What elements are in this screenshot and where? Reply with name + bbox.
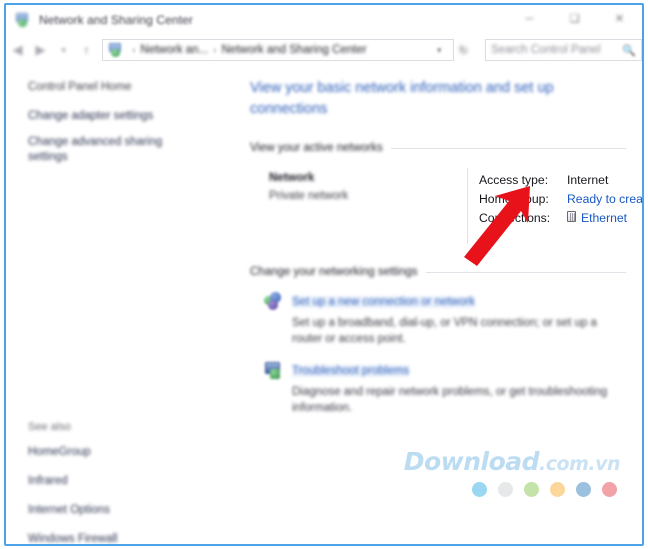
access-type-value: Internet [567,173,609,188]
arrow-up-icon: ↑ [83,43,90,57]
sidebar-item-change-adapter-settings[interactable]: Change adapter settings [28,109,188,125]
minimize-icon: ─ [525,13,534,25]
ethernet-link[interactable]: Ethernet [581,209,627,228]
network-name[interactable]: Network [269,172,314,184]
watermark-dot-5 [602,482,617,497]
homegroup-row: HomeGroup: Ready to create [479,190,642,209]
maximize-icon: ❑ [569,13,580,25]
chevron-down-icon: ▼ [59,45,68,55]
sidebar-item-change-advanced-sharing-settings[interactable]: Change advanced sharing settings [28,135,188,166]
breadcrumb-separator-2: › [213,44,217,56]
minimize-button[interactable]: ─ [507,5,552,34]
task-set-up-new-connection[interactable]: Set up a new connection or network Set u… [250,292,626,347]
breadcrumb-network-icon [108,42,123,58]
task-troubleshoot-problems[interactable]: Troubleshoot problems Diagnose and repai… [250,361,626,416]
watermark-dot-3 [550,482,565,497]
breadcrumb-dropdown-icon[interactable]: ▼ [435,46,443,55]
maximize-button[interactable]: ❑ [552,5,597,34]
connections-row: Connections: Ethernet [479,209,642,228]
access-type-row: Access type: Internet [479,171,642,190]
active-network-row: Network Private network Access type: Int… [250,168,642,245]
watermark-dot-1 [498,482,513,497]
watermark-text: Download.com.vn [403,447,621,476]
see-also-section: See also HomeGroup Infrared Internet Opt… [28,421,117,544]
active-networks-heading: View your active networks [250,142,626,154]
homegroup-link[interactable]: Ready to create [567,190,642,209]
watermark: Download.com.vn [404,449,620,497]
refresh-icon: ↻ [459,44,469,57]
breadcrumb-item-0[interactable]: Network an... [140,44,208,56]
sidebar-item-windows-firewall[interactable]: Windows Firewall [28,533,117,544]
back-icon: ◀ [12,42,23,57]
network-type: Private network [269,190,349,203]
search-box[interactable]: Search Control Panel 🔍 [485,39,642,61]
screenshot-root: Network and Sharing Center ─ ❑ ✕ ◀ ▶ ▼ ↑ [0,0,648,549]
watermark-dots [404,482,620,497]
close-button[interactable]: ✕ [597,5,642,34]
task-desc-1: Diagnose and repair network problems, or… [292,386,608,415]
recent-locations-button[interactable]: ▼ [52,38,75,62]
access-type-label: Access type: [479,173,549,188]
title-bar: Network and Sharing Center ─ ❑ ✕ [6,5,642,34]
window-title: Network and Sharing Center [39,12,194,27]
task-link-0[interactable]: Set up a new connection or network [292,296,475,309]
refresh-button[interactable]: ↻ [454,38,477,62]
watermark-suffix: .com.vn [539,453,620,475]
watermark-dot-4 [576,482,591,497]
sidebar-item-control-panel-home[interactable]: Control Panel Home [28,81,228,93]
sidebar-item-homegroup[interactable]: HomeGroup [28,446,117,458]
network-info-panel: Access type: Internet HomeGroup: Ready t… [479,171,642,228]
sidebar: Control Panel Home Change adapter settin… [6,66,228,544]
up-button[interactable]: ↑ [75,38,98,62]
new-connection-icon [264,292,283,311]
watermark-dot-2 [524,482,539,497]
search-icon: 🔍 [622,44,637,57]
search-input[interactable]: Search Control Panel [491,44,622,56]
vertical-divider [467,168,468,245]
close-icon: ✕ [614,13,625,25]
homegroup-label: HomeGroup: [479,192,549,207]
network-sharing-center-icon [15,12,31,28]
heading-rule-2 [425,271,626,273]
forward-button[interactable]: ▶ [29,38,52,62]
back-button[interactable]: ◀ [6,38,29,62]
page-title: View your basic network information and … [250,80,554,118]
sidebar-item-internet-options[interactable]: Internet Options [28,504,117,516]
breadcrumb-separator-1: › [132,44,136,56]
address-bar: ◀ ▶ ▼ ↑ › Network an... › Network and Sh… [6,34,642,66]
networking-settings-heading: Change your networking settings [250,266,626,278]
task-link-1[interactable]: Troubleshoot problems [292,365,410,378]
ethernet-adapter-icon [567,211,576,223]
window-controls: ─ ❑ ✕ [507,5,642,34]
active-networks-label: View your active networks [250,142,383,155]
sidebar-item-infrared[interactable]: Infrared [28,475,117,487]
watermark-dot-0 [472,482,487,497]
forward-icon: ▶ [35,42,46,57]
networking-settings-label: Change your networking settings [250,266,418,279]
troubleshoot-icon [264,361,283,380]
watermark-brand: Download [403,447,540,476]
connections-label: Connections: [479,211,551,226]
heading-rule [390,147,626,149]
task-desc-0: Set up a broadband, dial-up, or VPN conn… [292,317,597,346]
see-also-label: See also [28,421,71,433]
breadcrumb-item-1[interactable]: Network and Sharing Center [222,44,367,56]
breadcrumb[interactable]: › Network an... › Network and Sharing Ce… [102,39,455,61]
